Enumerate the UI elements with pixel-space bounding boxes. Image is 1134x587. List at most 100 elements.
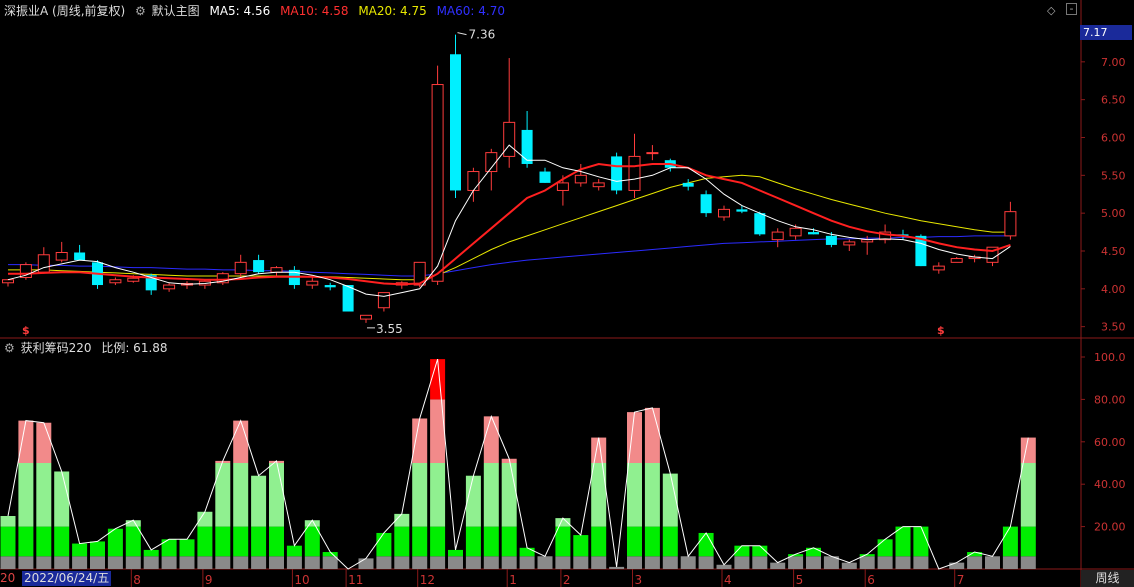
profit-bar (465, 556, 481, 569)
profit-bar (90, 541, 105, 557)
candle-body (611, 156, 623, 191)
candle-body (736, 209, 748, 212)
low-annotation: 3.55 (376, 322, 403, 336)
profit-bar (430, 359, 446, 400)
profit-bar (913, 556, 929, 569)
profit-bar (430, 526, 446, 557)
time-tick-label: 2 (563, 573, 571, 587)
ma60-value: MA60: 4.70 (436, 4, 505, 18)
ma5-line (7, 144, 1011, 297)
profit-bar (358, 558, 374, 569)
profit-bar (788, 556, 804, 569)
profit-bar (394, 526, 410, 557)
ma20-value: MA20: 4.75 (358, 4, 427, 18)
profit-bar (233, 463, 249, 527)
profit-bar (412, 418, 428, 463)
candle-body (467, 171, 480, 191)
profit-bar (179, 539, 195, 557)
price-tick-label: 4.00 (1101, 283, 1126, 296)
profit-bar (573, 556, 589, 569)
profit-bar (125, 526, 141, 557)
profit-bar (537, 556, 553, 569)
profit-bar (662, 556, 678, 569)
profit-bar (609, 566, 625, 569)
main-chart-label[interactable]: 默认主图 (152, 4, 200, 18)
candle-body (1004, 211, 1017, 237)
profit-bar (591, 437, 607, 463)
price-tick-label: 7.00 (1101, 56, 1126, 69)
time-tick-label: 10 (294, 573, 309, 587)
profit-bar (36, 556, 52, 569)
high-annotation: 7.36 (469, 28, 496, 42)
profit-bar (895, 526, 911, 557)
profit-bar (501, 463, 517, 527)
profit-bar (895, 556, 911, 569)
profit-bar (72, 556, 88, 569)
candle-body (754, 213, 766, 235)
collapse-icon[interactable]: - (1066, 3, 1077, 15)
profit-bar (806, 556, 821, 569)
candle-body (808, 232, 819, 235)
profit-bar (376, 532, 392, 557)
profit-bar (555, 518, 571, 527)
time-tick-label: 8 (133, 573, 141, 587)
time-tick-label: 3 (635, 573, 643, 587)
candle-body (932, 265, 945, 271)
candle-body (592, 182, 605, 188)
profit-bar (967, 556, 983, 569)
time-tick-label: 5 (796, 573, 804, 587)
profit-bar (36, 526, 52, 557)
profit-bar (430, 399, 446, 463)
profit-bar (555, 556, 571, 569)
profit-bar (1020, 437, 1036, 463)
profit-bar (859, 556, 875, 569)
candle-body (253, 260, 265, 273)
time-tick-label: 11 (348, 573, 363, 587)
price-tick-label: 6.00 (1101, 131, 1126, 144)
profit-bar (179, 556, 195, 569)
profit-bar (985, 556, 1000, 569)
profit-bar (501, 526, 517, 557)
profit-bar (322, 556, 338, 569)
profit-bar (627, 526, 642, 557)
time-tick-label: 1 (509, 573, 517, 587)
ma5-value: MA5: 4.56 (209, 4, 271, 18)
profit-bar (269, 556, 284, 569)
profit-bar (465, 526, 481, 557)
chart-canvas[interactable]: 7.00 6.50 6.00 5.50 5.00 4.50 4.00 3.50 7.36 3.55… (0, 0, 1134, 587)
profit-bar (376, 556, 392, 569)
period-button[interactable]: 周线 (1081, 570, 1134, 587)
indicator-name[interactable]: 获利筹码220 (21, 341, 92, 355)
profit-bar (877, 539, 893, 557)
profit-bar (36, 463, 52, 527)
profit-bar (18, 526, 34, 557)
profit-bar (18, 420, 34, 463)
profit-bar (304, 526, 320, 557)
profit-bar (1002, 526, 1018, 557)
profit-bar (448, 556, 463, 569)
axis-edge-label: 20 (0, 571, 16, 585)
profit-bar (54, 471, 70, 527)
profit-bar (591, 556, 607, 569)
profit-bar (448, 549, 463, 557)
profit-bar (465, 475, 481, 527)
profit-line (7, 358, 1029, 570)
chart-menu-icon[interactable]: ⚙ (135, 4, 146, 18)
stock-name: 深振业A (周线,前复权) (4, 4, 126, 18)
candle-body (825, 235, 837, 245)
profit-bar (430, 556, 446, 569)
profit-bar (215, 526, 231, 557)
sub-chart-menu-icon[interactable]: ⚙ (4, 341, 15, 355)
time-tick-label: 6 (867, 573, 875, 587)
profit-bar (304, 556, 320, 569)
profit-bar (394, 556, 410, 569)
profit-bar (698, 532, 714, 557)
profit-bar (233, 420, 249, 463)
profit-bar (269, 526, 284, 557)
candle-body (628, 155, 641, 191)
candle-body (718, 208, 730, 218)
candle-body (789, 227, 802, 237)
diamond-icon[interactable]: ◇ (1047, 4, 1055, 17)
profit-bar (286, 545, 302, 557)
profit-bar (18, 463, 34, 527)
